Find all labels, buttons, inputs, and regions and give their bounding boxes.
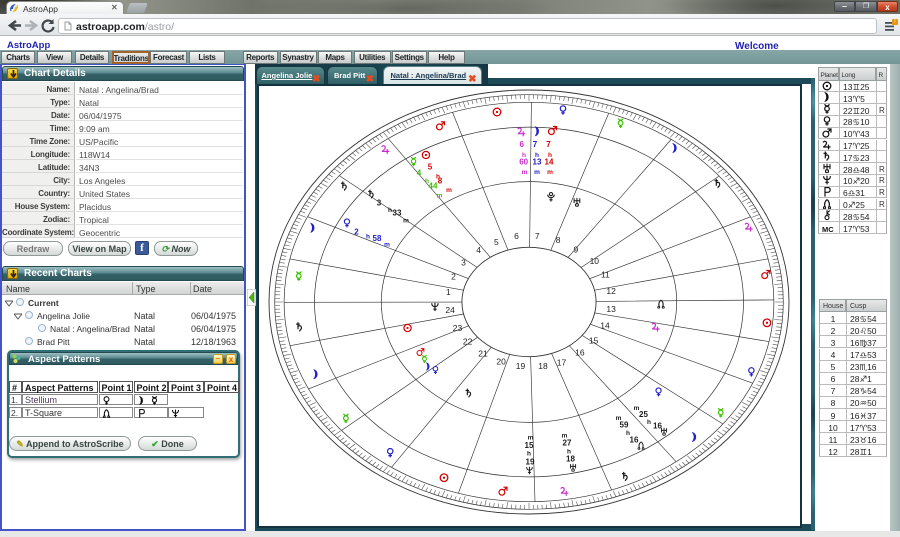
svg-text:27: 27 — [563, 439, 572, 448]
svg-text:h: h — [366, 234, 370, 241]
svg-text:44: 44 — [429, 182, 438, 191]
svg-text:17: 17 — [557, 358, 567, 368]
svg-text:22: 22 — [463, 336, 473, 346]
svg-text:m: m — [522, 169, 528, 176]
svg-text:19: 19 — [526, 458, 535, 467]
svg-text:18: 18 — [566, 455, 575, 464]
svg-text:15: 15 — [589, 336, 599, 346]
svg-text:m: m — [403, 218, 409, 225]
svg-text:5: 5 — [494, 237, 499, 247]
svg-text:24: 24 — [445, 305, 455, 315]
svg-text:2: 2 — [354, 228, 359, 237]
svg-text:16: 16 — [575, 348, 585, 358]
svg-text:59: 59 — [620, 421, 629, 430]
svg-text:12: 12 — [606, 286, 616, 296]
svg-text:33: 33 — [393, 209, 402, 218]
svg-text:m: m — [384, 242, 390, 249]
svg-text:13: 13 — [606, 304, 616, 314]
svg-text:14: 14 — [545, 158, 554, 167]
svg-text:18: 18 — [538, 361, 548, 371]
svg-text:9: 9 — [574, 245, 579, 255]
svg-text:3: 3 — [461, 258, 466, 268]
svg-text:21: 21 — [478, 349, 488, 359]
svg-text:h: h — [647, 419, 651, 426]
svg-text:19: 19 — [516, 361, 526, 371]
svg-text:4: 4 — [476, 245, 481, 255]
svg-text:16: 16 — [630, 436, 639, 445]
svg-text:7: 7 — [535, 231, 540, 241]
svg-text:20: 20 — [496, 357, 506, 367]
svg-text:h: h — [527, 451, 531, 458]
svg-text:8: 8 — [438, 177, 443, 186]
svg-text:11: 11 — [601, 270, 610, 280]
svg-text:60: 60 — [519, 158, 528, 167]
svg-text:7: 7 — [546, 140, 551, 149]
svg-text:1: 1 — [446, 287, 451, 297]
svg-text:5: 5 — [428, 163, 433, 172]
svg-text:25: 25 — [639, 410, 648, 419]
svg-text:m: m — [446, 187, 452, 194]
svg-text:58: 58 — [373, 234, 382, 243]
svg-text:m: m — [534, 169, 540, 176]
svg-text:8: 8 — [556, 235, 561, 245]
svg-text:14: 14 — [600, 321, 610, 331]
svg-text:23: 23 — [453, 323, 463, 333]
svg-text:15: 15 — [525, 441, 534, 450]
svg-text:2: 2 — [451, 271, 456, 281]
svg-text:6: 6 — [514, 231, 519, 241]
svg-text:h: h — [388, 207, 392, 214]
svg-text:m: m — [437, 193, 443, 200]
svg-text:6: 6 — [519, 140, 524, 149]
svg-text:10: 10 — [590, 256, 600, 266]
svg-text:3: 3 — [377, 199, 382, 208]
svg-text:4: 4 — [417, 169, 422, 178]
svg-text:7: 7 — [533, 140, 538, 149]
svg-text:13: 13 — [533, 158, 542, 167]
svg-text:m: m — [547, 169, 553, 176]
